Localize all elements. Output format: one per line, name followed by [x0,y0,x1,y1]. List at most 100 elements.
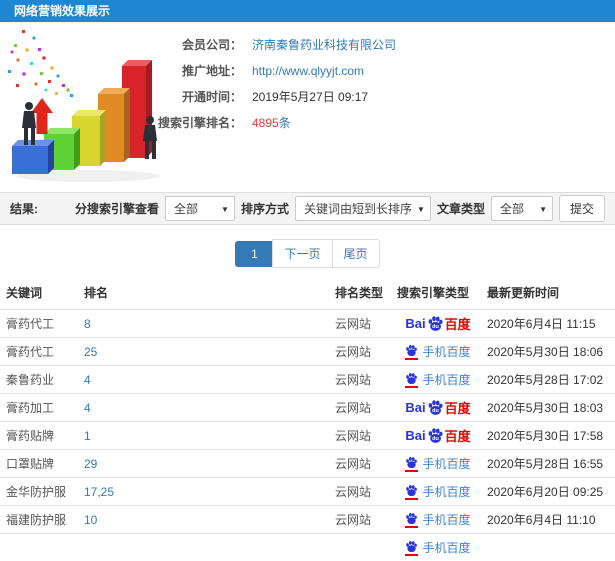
table-row: 膏药贴牌 1 云网站Baidu百度2020年5月30日 17:58 [0,422,615,450]
rank-link[interactable]: 17,25 [84,485,114,499]
keyword-cell: 膏药加工 [0,394,80,422]
sort-select[interactable]: 关键词由短到长排序 ▼ [295,196,431,221]
updated-time-cell: 2020年5月30日 18:06 [483,338,615,366]
info-section: 会员公司： 济南秦鲁药业科技有限公司 推广地址： http://www.qlyy… [0,22,615,192]
article-type-label: 文章类型 [437,200,485,217]
rank-cell: 29 [80,450,331,478]
baidu-mobile-logo: 手机百度 [405,539,470,556]
paw-underline [405,470,418,472]
engine-type-cell: Baidu百度 [393,394,483,422]
chevron-down-icon: ▼ [221,197,229,222]
page-1-button[interactable]: 1 [235,241,273,267]
rank-count-suffix: 条 [279,116,291,130]
keyword-cell: 金华防护服 [0,478,80,506]
updated-time-cell: 2020年6月20日 09:25 [483,478,615,506]
header-rank: 排名 [80,278,331,310]
updated-time-cell: 2020年6月4日 11:15 [483,310,615,338]
company-name-link[interactable]: 济南秦鲁药业科技有限公司 [252,32,396,58]
businessman-left [22,102,36,145]
table-header-row: 关键词 排名 排名类型 搜索引擎类型 最新更新时间 [0,278,615,310]
updated-time-cell: 2020年5月28日 16:55 [483,450,615,478]
baidu-paw-icon: du [427,427,444,444]
baidu-paw-icon: du [427,399,444,416]
open-time-value: 2019年5月27日 09:17 [252,84,368,110]
rank-type-cell: 云网站 [331,338,393,366]
filter-bar: 结果: 分搜索引擎查看 全部 ▼ 排序方式 关键词由短到长排序 ▼ 文章类型 全… [0,192,615,225]
rank-link[interactable]: 4 [84,401,91,415]
rank-count-value: 4895 [252,116,279,130]
rank-link[interactable]: 25 [84,345,97,359]
sort-filter-label: 排序方式 [241,200,289,217]
paw-underline [405,554,418,556]
baidu-pc-logo: Baidu百度 [405,398,470,417]
keyword-rank-table: 关键词 排名 排名类型 搜索引擎类型 最新更新时间 膏药代工8云网站Baidu百… [0,278,615,561]
baidu-mobile-logo: 手机百度 [405,343,470,360]
paw-underline [405,358,418,360]
updated-time-cell: 2020年5月28日 17:02 [483,366,615,394]
paw-underline [405,498,418,500]
baidu-mobile-logo: 手机百度 [405,455,470,472]
keyword-cell: 口罩贴牌 [0,450,80,478]
rank-cell: 8 [80,310,331,338]
rank-cell [80,534,331,561]
article-type-select[interactable]: 全部 ▼ [491,196,553,221]
rank-count-label: 搜索引擎排名： [132,110,242,136]
baidu-mobile-logo: 手机百度 [405,371,470,388]
open-time-label: 开通时间： [132,84,242,110]
engine-type-cell: 手机百度 [393,338,483,366]
rank-type-cell: 云网站 [331,310,393,338]
engine-type-cell: 手机百度 [393,366,483,394]
engine-select[interactable]: 全部 ▼ [165,196,235,221]
updated-time-cell: 2020年5月30日 18:03 [483,394,615,422]
submit-button[interactable]: 提交 [559,195,605,222]
chevron-down-icon: ▼ [417,197,425,222]
rank-type-cell: 云网站 [331,450,393,478]
page-header: 网络营销效果展示 [0,0,615,22]
paw-underline [405,526,418,528]
table-row: 膏药代工 25 云网站手机百度 2020年5月30日 18:06 [0,338,615,366]
baidu-paw-icon [405,512,418,525]
next-page-button[interactable]: 下一页 [272,239,332,268]
engine-type-cell: 手机百度 [393,478,483,506]
updated-time-cell: 2020年5月30日 17:58 [483,422,615,450]
engine-filter-label: 分搜索引擎查看 [75,200,159,217]
info-row-open-time: 开通时间： 2019年5月27日 09:17 [132,84,602,110]
rank-type-cell: 云网站 [331,422,393,450]
table-row: 手机百度 [0,534,615,561]
table-row: 金华防护服17,25云网站手机百度2020年6月20日 09:25 [0,478,615,506]
rank-type-cell [331,534,393,561]
promo-url-link[interactable]: http://www.qlyyjt.com [252,58,364,84]
rank-cell: 17,25 [80,478,331,506]
rank-link[interactable]: 1 [84,429,91,443]
keyword-cell: 膏药代工 [0,338,80,366]
svg-text:du: du [432,436,439,442]
confetti-dots [8,30,73,97]
article-type-select-value: 全部 [500,202,524,216]
svg-text:du: du [432,408,439,414]
table-row: 秦鲁药业4云网站手机百度2020年5月28日 17:02 [0,366,615,394]
keyword-cell: 膏药贴牌 [0,422,80,450]
url-label: 推广地址： [132,58,242,84]
engine-type-cell: Baidu百度 [393,422,483,450]
table-row: 口罩贴牌 29 云网站手机百度 2020年5月28日 16:55 [0,450,615,478]
rank-link[interactable]: 4 [84,373,91,387]
header-rank-type: 排名类型 [331,278,393,310]
engine-type-cell: Baidu百度 [393,310,483,338]
keyword-cell: 秦鲁药业 [0,366,80,394]
rank-cell: 4 [80,394,331,422]
rank-link[interactable]: 8 [84,317,91,331]
table-row: 膏药加工4云网站Baidu百度2020年5月30日 18:03 [0,394,615,422]
engine-select-value: 全部 [174,202,198,216]
svg-text:du: du [432,324,439,330]
page-title: 网络营销效果展示 [14,4,110,18]
info-row-url: 推广地址： http://www.qlyyjt.com [132,58,602,84]
company-label: 会员公司： [132,32,242,58]
company-info: 会员公司： 济南秦鲁药业科技有限公司 推广地址： http://www.qlyy… [132,32,602,136]
info-row-rank-count: 搜索引擎排名： 4895条 [132,110,602,136]
rank-link[interactable]: 29 [84,457,97,471]
baidu-paw-icon [405,344,418,357]
last-page-button[interactable]: 尾页 [332,239,380,268]
rank-cell: 25 [80,338,331,366]
baidu-paw-icon [405,540,418,553]
bar-blue [12,140,54,174]
